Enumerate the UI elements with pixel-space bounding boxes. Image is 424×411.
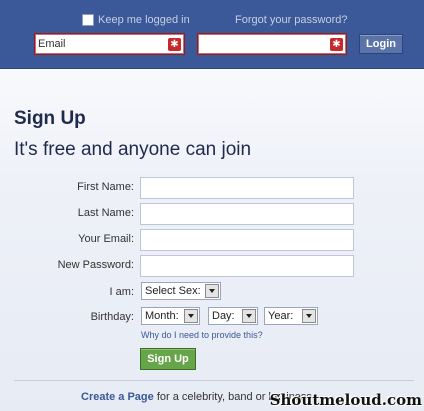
new-password-input[interactable]: [140, 255, 354, 277]
signup-title: Sign Up: [14, 108, 86, 129]
login-email-value: Email: [38, 38, 66, 50]
chevron-down-icon[interactable]: [242, 309, 256, 323]
last-name-label: Last Name:: [77, 207, 134, 219]
login-password-field[interactable]: ✱: [197, 33, 347, 55]
watermark: Shoutmeloud.com: [269, 391, 422, 409]
email-input[interactable]: [140, 229, 354, 251]
sex-select[interactable]: Select Sex:: [141, 282, 221, 300]
error-icon: ✱: [168, 38, 181, 51]
forgot-password-link[interactable]: Forgot your password?: [235, 13, 348, 27]
first-name-input[interactable]: [140, 177, 354, 199]
keep-logged-in[interactable]: Keep me logged in: [82, 13, 190, 27]
day-select-value: Day:: [212, 310, 235, 322]
error-icon: ✱: [330, 38, 343, 51]
login-button[interactable]: Login: [359, 34, 403, 54]
chevron-down-icon[interactable]: [205, 284, 219, 298]
create-page-link[interactable]: Create a Page: [81, 391, 154, 403]
month-select-value: Month:: [145, 310, 179, 322]
why-birthday-link[interactable]: Why do I need to provide this?: [141, 330, 263, 340]
login-header-bar: Keep me logged in Forgot your password? …: [0, 0, 424, 69]
month-select[interactable]: Month:: [141, 307, 200, 325]
login-email-field[interactable]: Email ✱: [34, 33, 185, 55]
sex-label: I am:: [109, 286, 134, 298]
day-select[interactable]: Day:: [208, 307, 258, 325]
signup-subtitle: It's free and anyone can join: [14, 139, 252, 160]
email-label: Your Email:: [78, 233, 134, 245]
keep-logged-in-checkbox[interactable]: [82, 14, 94, 26]
birthday-label: Birthday:: [90, 311, 134, 323]
divider: [14, 380, 414, 381]
year-select-value: Year:: [268, 310, 294, 322]
chevron-down-icon[interactable]: [302, 309, 316, 323]
last-name-input[interactable]: [140, 203, 354, 225]
sex-select-value: Select Sex:: [145, 285, 201, 297]
year-select[interactable]: Year:: [264, 307, 318, 325]
chevron-down-icon[interactable]: [184, 309, 198, 323]
signup-button[interactable]: Sign Up: [140, 348, 196, 370]
keep-logged-in-label: Keep me logged in: [98, 14, 190, 26]
new-password-label: New Password:: [57, 259, 134, 271]
first-name-label: First Name:: [77, 181, 134, 193]
